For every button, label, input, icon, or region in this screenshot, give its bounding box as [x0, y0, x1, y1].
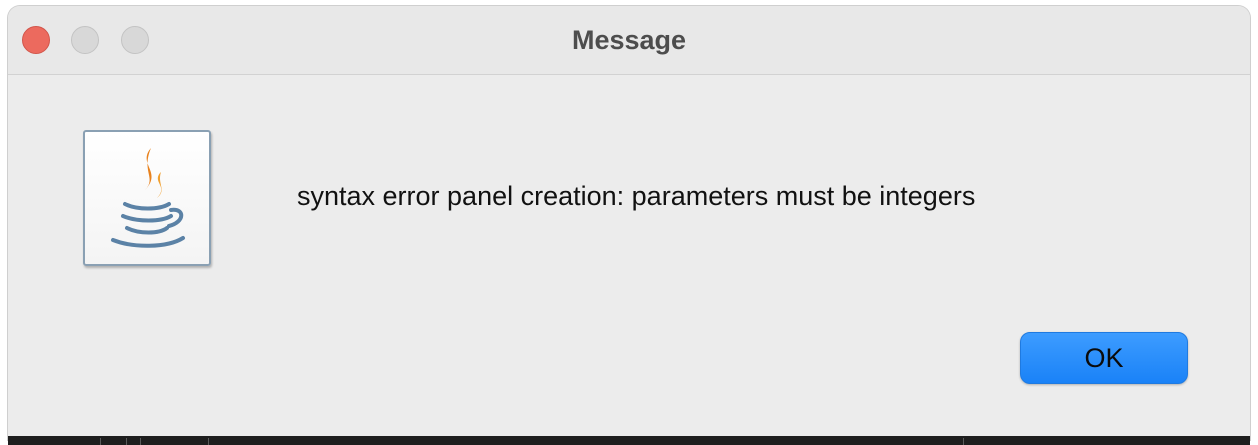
message-dialog-window: Message syntax error panel creation: par…	[8, 6, 1250, 440]
divider	[100, 438, 101, 445]
ok-button[interactable]: OK	[1020, 332, 1188, 384]
java-coffee-cup-icon	[83, 130, 211, 266]
java-logo-graphic	[111, 148, 185, 248]
title-bar[interactable]: Message	[8, 6, 1250, 75]
divider	[126, 438, 127, 445]
divider	[208, 438, 209, 445]
error-message-text: syntax error panel creation: parameters …	[297, 181, 976, 211]
window-title: Message	[571, 25, 687, 55]
background-window-edge	[8, 436, 1250, 445]
divider	[140, 438, 141, 445]
divider	[963, 438, 964, 445]
